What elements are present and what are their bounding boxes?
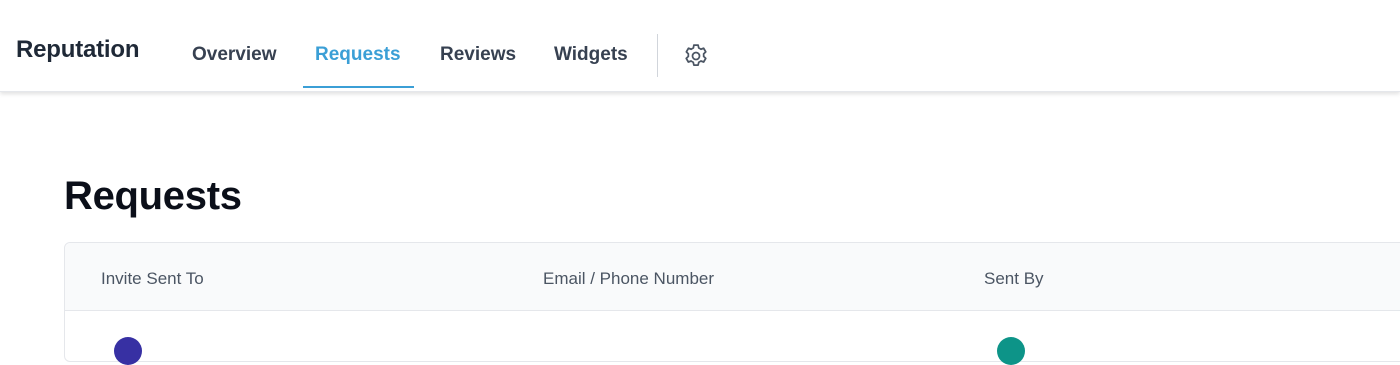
active-tab-indicator <box>303 86 414 88</box>
top-navigation-bar: Reputation Overview Requests Reviews Wid… <box>0 0 1400 92</box>
tab-requests[interactable]: Requests <box>315 44 401 66</box>
page-title: Requests <box>64 174 242 218</box>
tab-widgets[interactable]: Widgets <box>554 44 628 66</box>
app-title: Reputation <box>16 36 140 63</box>
requests-table: Invite Sent To Email / Phone Number Sent… <box>64 242 1400 365</box>
tab-overview[interactable]: Overview <box>192 44 277 66</box>
avatar <box>997 337 1025 365</box>
avatar <box>114 337 142 365</box>
column-header-sent-by[interactable]: Sent By <box>984 269 1044 289</box>
tab-reviews[interactable]: Reviews <box>440 44 516 66</box>
column-header-invite-sent-to[interactable]: Invite Sent To <box>101 269 204 289</box>
table-header: Invite Sent To Email / Phone Number Sent… <box>65 243 1400 311</box>
table-row[interactable] <box>65 311 1400 365</box>
gear-icon[interactable] <box>681 41 711 71</box>
column-header-email-phone[interactable]: Email / Phone Number <box>543 269 714 289</box>
nav-divider <box>657 34 658 77</box>
